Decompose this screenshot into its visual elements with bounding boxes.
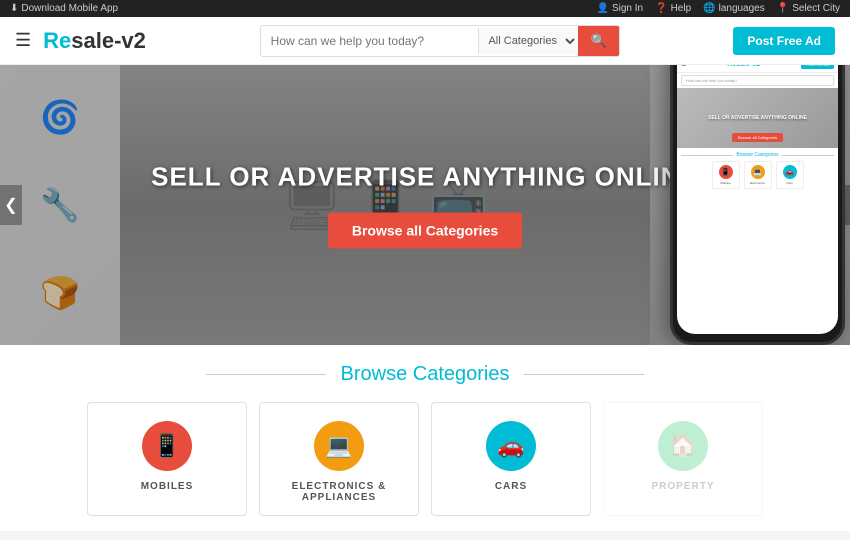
- phone-cat-cars-label: Cars: [786, 181, 792, 185]
- phone-mockup: IDEA ▾ 8:20 pm ▪▪▪ ⬇ Download Mobile App…: [670, 65, 845, 345]
- electronics-label: ELECTRONICS & APPLIANCES: [280, 481, 398, 503]
- more-icon: 🏠: [658, 421, 708, 471]
- phone-logo: Resale-v2: [727, 65, 760, 68]
- phone-hero-btn[interactable]: Browse all Categories: [732, 133, 783, 142]
- cars-label: CARS: [495, 481, 527, 492]
- phone-hero-text: SELL OR ADVERTISE ANYTHING ONLINE: [708, 115, 807, 121]
- hamburger-menu[interactable]: ☰: [15, 30, 31, 51]
- top-bar-left: ⬇ Download Mobile App: [10, 3, 118, 14]
- hero-tagline: SELL OR ADVERTISE ANYTHING ONLINE: [151, 162, 699, 193]
- hero-prev-button[interactable]: ❮: [0, 185, 22, 225]
- search-input[interactable]: [261, 28, 479, 54]
- phone-cat-mobiles-icon: 📱: [719, 165, 733, 179]
- browse-all-categories-button[interactable]: Browse all Categories: [328, 213, 522, 249]
- globe-icon: 🌐: [703, 3, 715, 14]
- phone-screen: IDEA ▾ 8:20 pm ▪▪▪ ⬇ Download Mobile App…: [677, 65, 838, 334]
- phone-cat-electronics-label: Electronics: [750, 181, 765, 185]
- browse-title: Browse Categories: [20, 363, 830, 386]
- browse-left-line: [206, 374, 326, 375]
- help-link[interactable]: ❓ Help: [655, 3, 691, 14]
- signin-icon: 👤: [597, 3, 609, 14]
- phone-browse-title: Browse Categories: [736, 152, 778, 158]
- phone-left-line: [681, 155, 733, 156]
- category-card-partial[interactable]: 🏠 PROPERTY: [603, 402, 763, 516]
- help-icon: ❓: [655, 3, 667, 14]
- phone-cat-cars[interactable]: 🚗 Cars: [776, 161, 804, 189]
- browse-categories-heading: Browse Categories: [341, 363, 510, 386]
- phone-right-line: [782, 155, 834, 156]
- search-button[interactable]: 🔍: [578, 26, 618, 56]
- download-icon: ⬇: [10, 3, 18, 14]
- phone-browse-section: Browse Categories 📱 Mobiles 💻 Electronic…: [677, 148, 838, 191]
- top-bar: ⬇ Download Mobile App 👤 Sign In ❓ Help 🌐…: [0, 0, 850, 17]
- hero-section: 🌀 🔧 🍞 🖥 📱 📺 SELL OR ADVERTISE ANYTHING O…: [0, 65, 850, 345]
- post-free-ad-button[interactable]: Post Free Ad: [733, 27, 835, 55]
- phone-search[interactable]: How can we help you today?: [681, 75, 834, 86]
- phone-cat-mobiles-label: Mobiles: [720, 181, 730, 185]
- categories-row: 📱 MOBILES 💻 ELECTRONICS & APPLIANCES 🚗 C…: [20, 402, 830, 516]
- phone-header: ☰ Resale-v2 Post Free Ad: [677, 65, 838, 73]
- select-city-link[interactable]: 📍 Select City: [777, 3, 840, 14]
- location-icon: 📍: [777, 3, 789, 14]
- mobiles-icon: 📱: [142, 421, 192, 471]
- header-left: ☰ Resale-v2: [15, 28, 146, 54]
- site-logo: Resale-v2: [43, 28, 146, 54]
- phone-cat-electronics-icon: 💻: [751, 165, 765, 179]
- phone-browse-divider: Browse Categories: [681, 152, 834, 158]
- category-card-mobiles[interactable]: 📱 MOBILES: [87, 402, 247, 516]
- languages-link[interactable]: 🌐 languages: [703, 3, 765, 14]
- phone-post-btn[interactable]: Post Free Ad: [801, 65, 834, 69]
- phone-cat-mobiles[interactable]: 📱 Mobiles: [712, 161, 740, 189]
- cars-icon: 🚗: [486, 421, 536, 471]
- phone-categories: 📱 Mobiles 💻 Electronics 🚗 Cars: [681, 161, 834, 189]
- hero-text-overlay: SELL OR ADVERTISE ANYTHING ONLINE Browse…: [151, 162, 699, 249]
- search-bar: All Categories 🔍: [260, 25, 620, 57]
- top-bar-right: 👤 Sign In ❓ Help 🌐 languages 📍 Select Ci…: [597, 3, 840, 14]
- more-label: PROPERTY: [651, 481, 714, 492]
- signin-link[interactable]: 👤 Sign In: [597, 3, 644, 14]
- category-card-electronics[interactable]: 💻 ELECTRONICS & APPLIANCES: [259, 402, 419, 516]
- browse-right-line: [524, 374, 644, 375]
- category-select[interactable]: All Categories: [478, 28, 578, 54]
- mobiles-label: MOBILES: [141, 481, 194, 492]
- phone-logo-rest: sale-v2: [736, 65, 760, 68]
- header: ☰ Resale-v2 All Categories 🔍 Post Free A…: [0, 17, 850, 65]
- category-card-cars[interactable]: 🚗 CARS: [431, 402, 591, 516]
- phone-cat-cars-icon: 🚗: [783, 165, 797, 179]
- electronics-icon: 💻: [314, 421, 364, 471]
- browse-section: Browse Categories 📱 MOBILES 💻 ELECTRONIC…: [0, 345, 850, 531]
- phone-cat-electronics[interactable]: 💻 Electronics: [744, 161, 772, 189]
- phone-logo-re: Re: [727, 65, 736, 68]
- download-app-link[interactable]: ⬇ Download Mobile App: [10, 3, 118, 14]
- phone-hero: SELL OR ADVERTISE ANYTHING ONLINE Browse…: [677, 88, 838, 148]
